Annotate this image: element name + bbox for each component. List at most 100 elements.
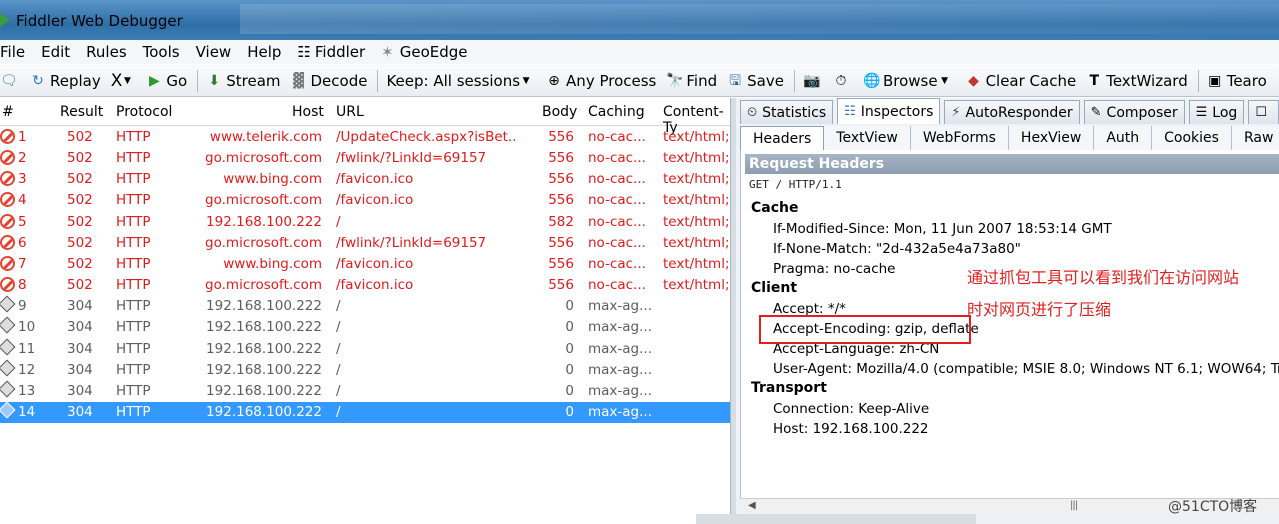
cell-ctype: text/html; c	[663, 129, 730, 145]
tab-textview[interactable]: TextView	[824, 126, 911, 150]
menu-file[interactable]: File	[0, 43, 31, 61]
scroll-grip-icon[interactable]: |||	[1070, 500, 1078, 511]
group-client[interactable]: Client	[751, 280, 797, 296]
column-header-protocol[interactable]: Protocol	[116, 104, 172, 120]
timer-button[interactable]: ⏱	[833, 73, 853, 89]
session-row[interactable]: 5 502 HTTP 192.168.100.222 / 582 no-cac... text…	[0, 212, 730, 233]
cell-body: 0	[565, 361, 574, 378]
save-button[interactable]: 🖫 Save	[727, 72, 784, 90]
checkbox-icon: ☐	[1255, 105, 1267, 120]
tab-raw[interactable]: Raw	[1231, 126, 1279, 150]
session-row[interactable]: 1 502 HTTP www.telerik.com/UpdateCheck.aspx…	[0, 127, 730, 148]
column-header-body[interactable]: Body	[542, 104, 577, 120]
stream-button[interactable]: ⬇ Stream	[206, 72, 280, 90]
menu-rules[interactable]: Rules	[86, 43, 132, 61]
cell-body: 0	[565, 340, 574, 357]
tab-cookies[interactable]: Cookies	[1152, 126, 1232, 150]
replay-button[interactable]: ↻ Replay	[30, 72, 101, 90]
decode-button[interactable]: ▓ Decode	[291, 72, 367, 90]
cell-result: 502	[67, 213, 93, 230]
screenshot-button[interactable]: 📷	[803, 73, 823, 89]
comment-button[interactable]: 🗨	[0, 73, 20, 89]
clear-cache-button[interactable]: ◆ Clear Cache	[966, 72, 1076, 90]
session-row[interactable]: 12 304 HTTP 192.168.100.222 / 0 max-ag...	[0, 359, 730, 381]
column-header-result[interactable]: Result	[60, 104, 103, 120]
column-header-url[interactable]: URL	[336, 104, 364, 120]
header-line[interactable]: Host: 192.168.100.222	[773, 421, 929, 437]
menu-view[interactable]: View	[196, 43, 238, 61]
session-row[interactable]: 9 304 HTTP 192.168.100.222 / 0 max-ag...	[0, 295, 730, 317]
go-button[interactable]: ▶ Go	[146, 72, 187, 90]
cell-num: 6	[18, 234, 27, 251]
tab-composer[interactable]: ✎ Composer	[1083, 100, 1185, 124]
cell-body: 0	[565, 403, 574, 420]
header-line[interactable]: If-Modified-Since: Mon, 11 Jun 2007 18:5…	[773, 221, 1112, 237]
sessions-list: # Result Protocol Host URL Body Caching …	[0, 98, 730, 524]
scroll-left-icon[interactable]: ◀	[748, 500, 756, 511]
cell-caching: max-ag...	[588, 340, 652, 357]
header-line[interactable]: Pragma: no-cache	[773, 261, 895, 277]
menu-tools[interactable]: Tools	[143, 43, 186, 61]
tab-autoresponder[interactable]: ⚡ AutoResponder	[944, 100, 1080, 124]
keep-sessions-dropdown[interactable]: Keep: All sessions ▼	[386, 72, 536, 90]
tab-webforms[interactable]: WebForms	[910, 126, 1009, 150]
session-row[interactable]: 8 502 HTTP go.microsoft.com/favicon.ico 556 n…	[0, 275, 730, 296]
cell-ctype: text/html; c	[663, 255, 730, 272]
column-header-host[interactable]: Host	[292, 104, 324, 120]
process-filter-button[interactable]: ⊕ Any Process	[546, 72, 656, 90]
session-row[interactable]: 2 502 HTTP go.microsoft.com/fwlink/?LinkId=…	[0, 148, 730, 169]
tab-hexview[interactable]: HexView	[1008, 126, 1095, 150]
header-line[interactable]: User-Agent: Mozilla/4.0 (compatible; MSI…	[773, 361, 1279, 377]
tab-auth[interactable]: Auth	[1094, 126, 1153, 150]
cell-body: 582	[548, 213, 574, 230]
session-row[interactable]: 14 304 HTTP 192.168.100.222 / 0 max-ag...	[0, 401, 730, 423]
session-row[interactable]: 3 502 HTTP www.bing.com/favicon.ico 556 no-ca…	[0, 169, 730, 190]
session-row[interactable]: 10 304 HTTP 192.168.100.222 / 0 max-ag...	[0, 316, 730, 338]
menu-fiddler[interactable]: ☷ Fiddler	[297, 43, 371, 61]
cell-result: 304	[67, 403, 93, 420]
error-stop-icon	[0, 213, 15, 229]
error-stop-icon	[0, 234, 15, 250]
menu-help[interactable]: Help	[247, 43, 287, 61]
session-row[interactable]: 6 502 HTTP go.microsoft.com/fwlink/?LinkId=…	[0, 233, 730, 254]
session-row[interactable]: 4 502 HTTP go.microsoft.com/favicon.ico 556 n…	[0, 190, 730, 211]
cell-caching: max-ag...	[588, 298, 652, 315]
remove-button[interactable]: X ▼	[111, 71, 137, 91]
cell-caching: no-cac...	[588, 277, 646, 294]
cell-num: 12	[18, 361, 36, 378]
header-line[interactable]: Connection: Keep-Alive	[773, 401, 929, 417]
cell-ctype: text/html; c	[663, 150, 730, 167]
error-stop-icon	[0, 277, 15, 293]
cell-host: go.microsoft.com	[205, 150, 322, 167]
header-line[interactable]: If-None-Match: "2d-432a5e4a73a80"	[773, 241, 1021, 257]
session-row[interactable]: 11 304 HTTP 192.168.100.222 / 0 max-ag...	[0, 338, 730, 360]
cell-url: /	[336, 340, 341, 357]
column-header-caching[interactable]: Caching	[588, 104, 645, 120]
tab-headers[interactable]: Headers	[740, 126, 825, 150]
textwizard-button[interactable]: T TextWizard	[1086, 72, 1187, 90]
cell-url: /favicon.ico	[336, 277, 414, 294]
tearoff-button[interactable]: ▣ Tearo	[1207, 72, 1267, 90]
menu-edit[interactable]: Edit	[41, 43, 76, 61]
find-button[interactable]: 🔭 Find	[666, 72, 717, 90]
menu-geoedge[interactable]: ✶ GeoEdge	[381, 43, 473, 61]
cell-host: 192.168.100.222	[206, 403, 322, 420]
session-row[interactable]: 13 304 HTTP 192.168.100.222 / 0 max-ag...	[0, 380, 730, 402]
session-row[interactable]: 7 502 HTTP www.bing.com/favicon.ico 556 no-ca…	[0, 254, 730, 275]
toolbar-separator	[377, 69, 379, 92]
not-modified-icon	[0, 295, 16, 313]
chevron-down-icon: ▼	[123, 75, 131, 86]
tab-log[interactable]: ☰ Log	[1188, 100, 1245, 124]
tab-statistics[interactable]: ⏲ Statistics	[740, 100, 834, 124]
not-modified-icon	[0, 338, 16, 355]
tab-inspectors[interactable]: ☷ Inspectors	[837, 98, 941, 124]
request-line: GET / HTTP/1.1	[749, 178, 842, 191]
cell-caching: max-ag...	[588, 361, 652, 378]
tab-filters[interactable]: ☐	[1248, 100, 1279, 124]
column-header-num[interactable]: #	[2, 104, 14, 120]
cell-body: 556	[548, 192, 574, 209]
browse-button[interactable]: 🌐 Browse ▼	[863, 72, 956, 90]
group-transport[interactable]: Transport	[751, 380, 827, 396]
group-cache[interactable]: Cache	[751, 200, 798, 216]
decode-icon: ▓	[293, 72, 304, 89]
